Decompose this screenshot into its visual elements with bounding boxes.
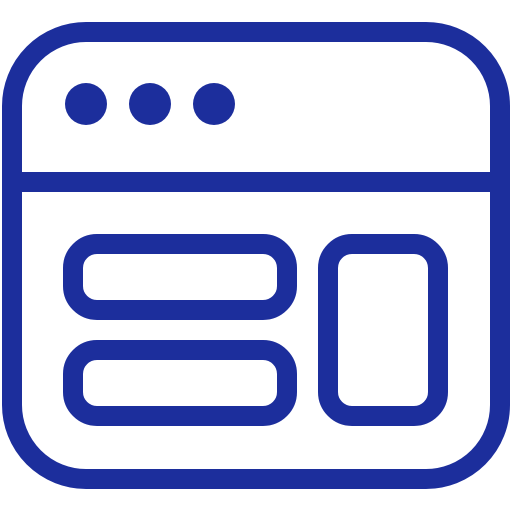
wide-block-bottom bbox=[63, 340, 297, 426]
window-dot-1 bbox=[65, 83, 107, 125]
window-dot-3 bbox=[193, 83, 235, 125]
window-dot-2 bbox=[129, 83, 171, 125]
browser-window-layout-graphic bbox=[2, 22, 510, 489]
wide-block-top bbox=[63, 234, 297, 320]
browser-window-layout-icon bbox=[0, 0, 512, 512]
tall-block-right bbox=[318, 234, 448, 426]
